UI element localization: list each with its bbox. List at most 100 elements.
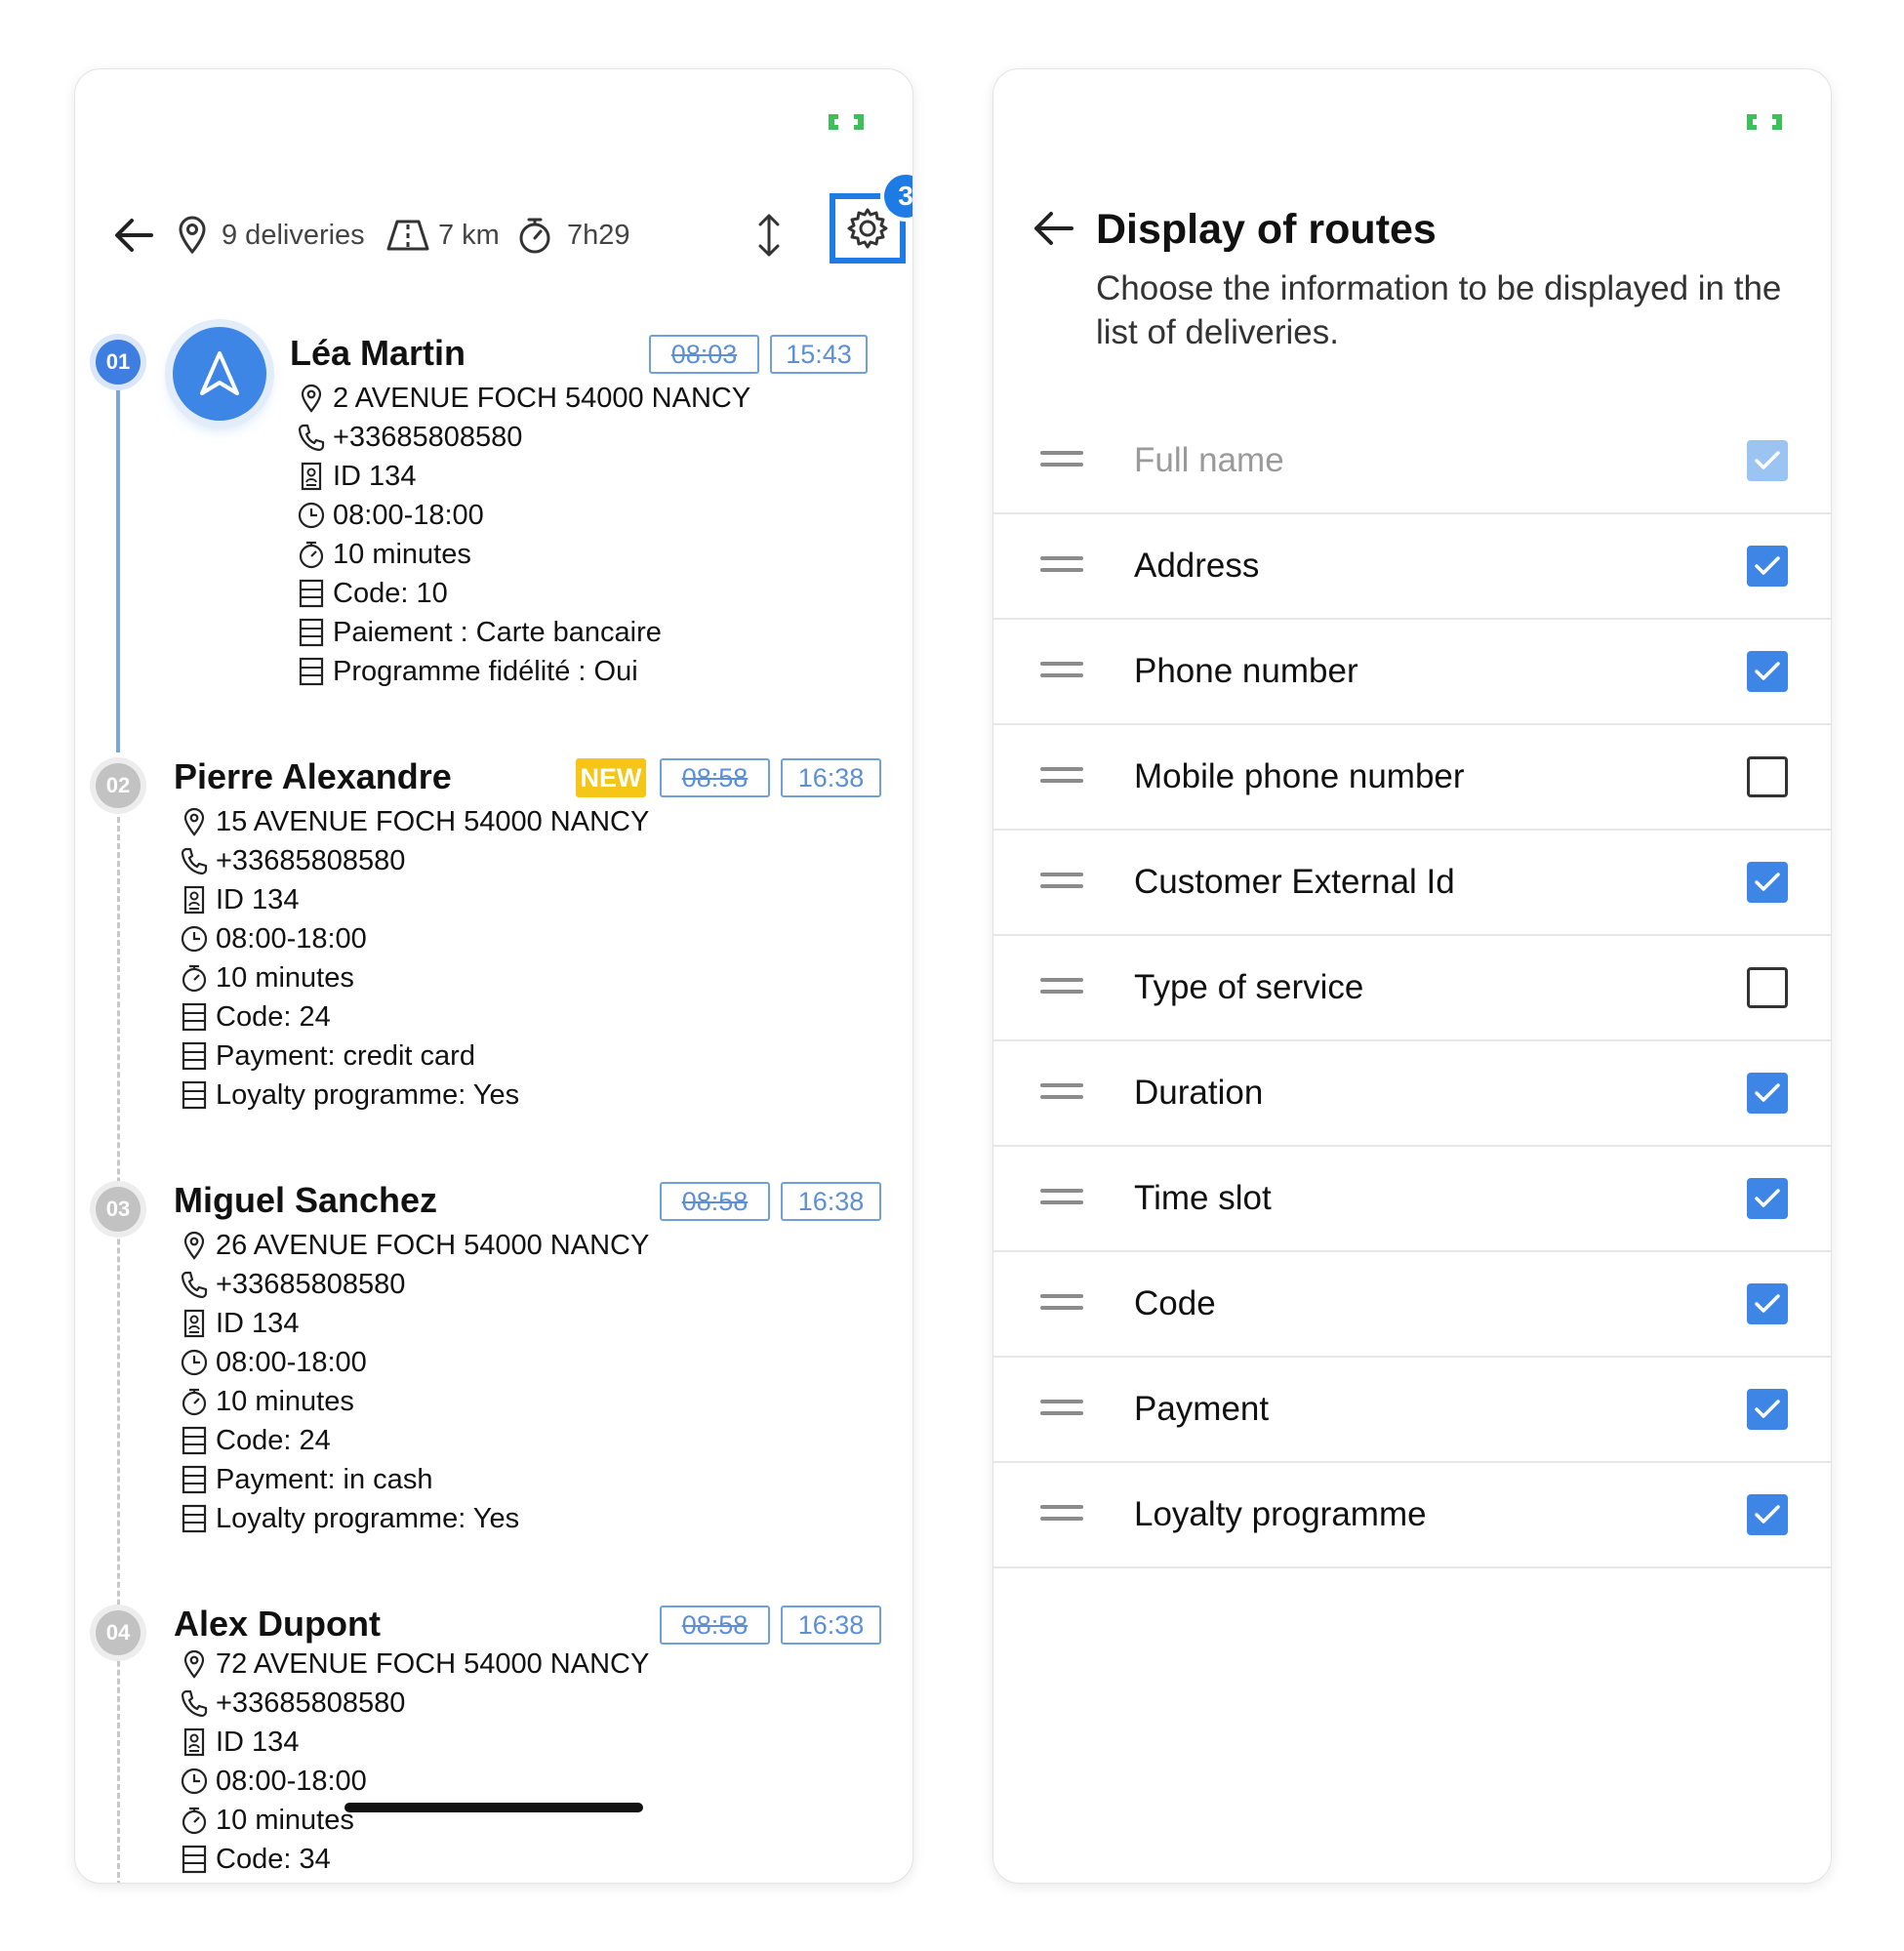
clock-icon xyxy=(179,923,210,955)
stopwatch-icon xyxy=(296,539,327,570)
display-option-row[interactable]: Phone number xyxy=(993,620,1831,725)
drag-handle-icon[interactable] xyxy=(1040,873,1083,892)
display-option-row[interactable]: Code xyxy=(993,1252,1831,1358)
new-badge: NEW xyxy=(576,758,646,797)
eta-time: 16:38 xyxy=(797,1609,865,1640)
display-options-list: Full name Address Phone number Mobile phone… xyxy=(993,409,1831,1568)
pin-icon xyxy=(179,216,206,255)
timeline-progress xyxy=(116,362,120,752)
service-time-text: 10 minutes xyxy=(333,538,471,570)
option-checkbox[interactable] xyxy=(1747,1389,1788,1430)
display-option-row[interactable]: Type of service xyxy=(993,936,1831,1041)
address-line: 2 AVENUE FOCH 54000 NANCY xyxy=(296,382,750,415)
back-button[interactable] xyxy=(1031,208,1075,254)
display-option-row[interactable]: Duration xyxy=(993,1041,1831,1147)
eta-time: 16:38 xyxy=(797,1186,865,1216)
payment-line: Paiement : Carte bancaire xyxy=(296,616,662,649)
id-text: ID 134 xyxy=(333,460,417,492)
drag-handle-icon[interactable] xyxy=(1040,1505,1083,1524)
sort-button[interactable] xyxy=(754,201,784,269)
note-icon xyxy=(179,1425,210,1456)
option-checkbox[interactable] xyxy=(1747,651,1788,692)
pin-icon xyxy=(179,1230,210,1261)
drag-handle-icon[interactable] xyxy=(1040,1189,1083,1208)
id-line: ID 134 xyxy=(179,883,299,916)
display-option-row[interactable]: Time slot xyxy=(993,1147,1831,1252)
option-checkbox[interactable] xyxy=(1747,546,1788,587)
option-label: Time slot xyxy=(1134,1179,1272,1217)
service-time-line: 10 minutes xyxy=(179,1385,354,1418)
display-option-row[interactable]: Loyalty programme xyxy=(993,1463,1831,1568)
option-checkbox[interactable] xyxy=(1747,1073,1788,1114)
drag-handle-icon[interactable] xyxy=(1040,767,1083,787)
gear-icon xyxy=(847,208,888,249)
option-label: Mobile phone number xyxy=(1134,757,1465,795)
option-checkbox[interactable] xyxy=(1747,756,1788,797)
phone-text: +33685808580 xyxy=(333,421,523,453)
service-time-text: 10 minutes xyxy=(216,1385,354,1417)
stop-number: 03 xyxy=(96,1187,141,1232)
note-icon xyxy=(179,1503,210,1534)
display-option-row[interactable]: Address xyxy=(993,514,1831,620)
clock-icon xyxy=(296,500,327,531)
note-icon xyxy=(296,578,327,609)
option-checkbox[interactable] xyxy=(1747,1178,1788,1219)
drag-handle-icon[interactable] xyxy=(1040,1400,1083,1419)
option-checkbox[interactable] xyxy=(1747,862,1788,903)
home-indicator[interactable] xyxy=(344,1803,643,1812)
phone-icon xyxy=(179,845,210,876)
display-settings-panel: Display of routes Choose the information… xyxy=(993,69,1831,1883)
drag-handle-icon[interactable] xyxy=(1040,1083,1083,1103)
customer-name: Miguel Sanchez xyxy=(174,1180,438,1220)
payment-line: Payment: in cash xyxy=(179,1463,432,1496)
option-label: Phone number xyxy=(1134,652,1358,690)
route-duration: 7h29 xyxy=(516,201,630,269)
deliveries-panel: 9 deliveries 7 km 7h29 3 01 Léa Martin 0… xyxy=(75,69,912,1883)
drag-handle-icon[interactable] xyxy=(1040,451,1083,470)
navigate-button[interactable] xyxy=(173,327,266,421)
display-option-row[interactable]: Mobile phone number xyxy=(993,725,1831,831)
check-icon xyxy=(1755,1294,1780,1313)
phone-line[interactable]: +33685808580 xyxy=(179,1268,405,1301)
service-time-line: 10 minutes xyxy=(179,1804,354,1837)
drag-handle-icon[interactable] xyxy=(1040,662,1083,681)
id-badge-icon xyxy=(179,884,210,915)
stopwatch-icon xyxy=(519,218,550,254)
phone-icon xyxy=(179,1687,210,1719)
planned-time-tag: 08:58 xyxy=(660,1606,770,1645)
brand-logo-icon xyxy=(1747,114,1782,130)
navigation-icon xyxy=(200,351,239,395)
road-icon xyxy=(386,220,429,251)
note-icon xyxy=(179,1040,210,1072)
phone-line[interactable]: +33685808580 xyxy=(179,844,405,877)
service-time-text: 10 minutes xyxy=(216,1804,354,1836)
option-label: Code xyxy=(1134,1284,1216,1322)
display-option-row[interactable]: Full name xyxy=(993,409,1831,514)
pin-icon xyxy=(179,1648,210,1680)
drag-handle-icon[interactable] xyxy=(1040,556,1083,576)
loyalty-text: Loyalty programme: Yes xyxy=(216,1502,520,1534)
check-icon xyxy=(1755,451,1780,469)
timeslot-line: 08:00-18:00 xyxy=(179,922,367,955)
address-text: 2 AVENUE FOCH 54000 NANCY xyxy=(333,382,751,414)
eta-tag: 15:43 xyxy=(770,335,868,374)
phone-line[interactable]: +33685808580 xyxy=(179,1687,405,1720)
pin-icon xyxy=(296,383,327,414)
display-option-row[interactable]: Payment xyxy=(993,1358,1831,1463)
drag-handle-icon[interactable] xyxy=(1040,1294,1083,1314)
phone-line[interactable]: +33685808580 xyxy=(296,421,522,454)
loyalty-line: Loyalty programme: Yes xyxy=(179,1502,519,1535)
timeslot-line: 08:00-18:00 xyxy=(179,1765,367,1798)
id-line: ID 134 xyxy=(179,1726,299,1759)
option-checkbox[interactable] xyxy=(1747,1494,1788,1535)
customer-name: Pierre Alexandre xyxy=(174,756,452,796)
option-checkbox[interactable] xyxy=(1747,967,1788,1008)
display-option-row[interactable]: Customer External Id xyxy=(993,831,1831,936)
back-button[interactable] xyxy=(112,201,155,269)
page-title: Display of routes xyxy=(1096,206,1437,253)
option-checkbox[interactable] xyxy=(1747,1283,1788,1324)
stopwatch-icon xyxy=(179,1386,210,1417)
note-icon xyxy=(179,1844,210,1875)
drag-handle-icon[interactable] xyxy=(1040,978,1083,997)
loyalty-line: Programme fidélité : Oui xyxy=(296,655,638,688)
